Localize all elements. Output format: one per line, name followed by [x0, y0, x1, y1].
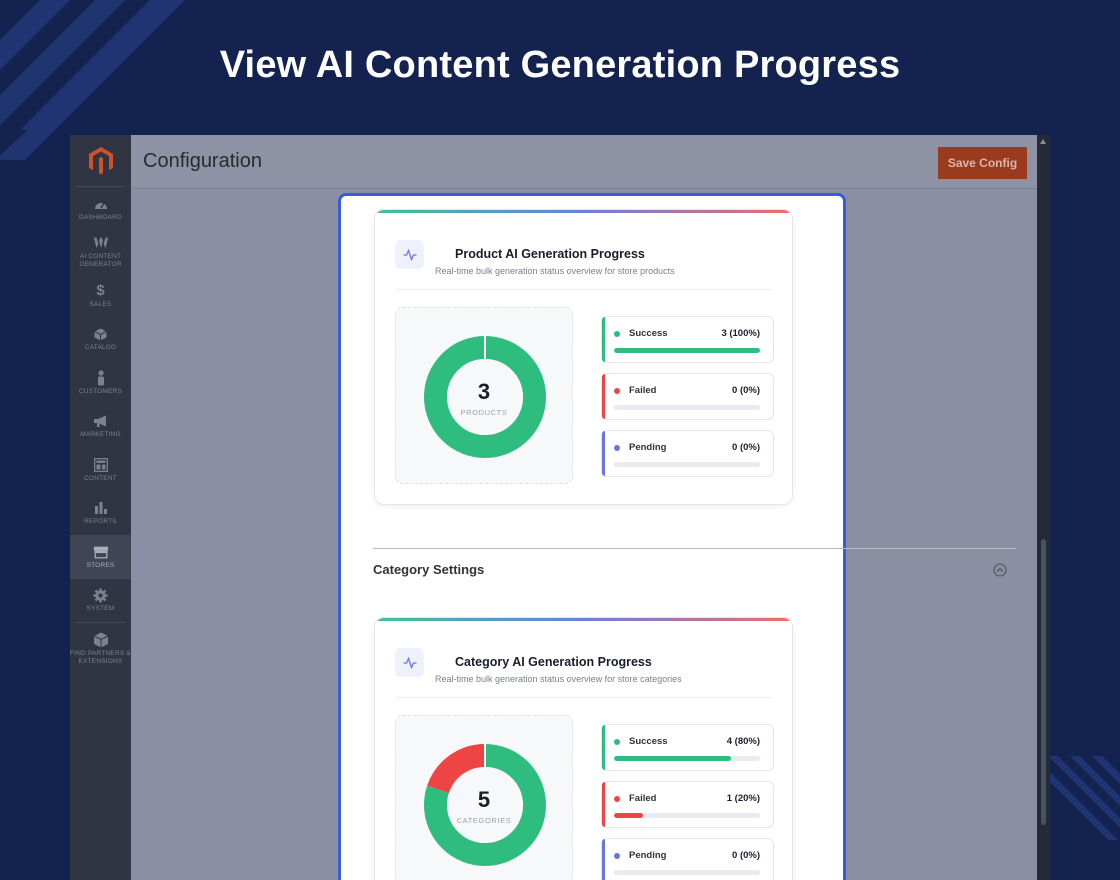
- card-title: Category AI Generation Progress: [455, 655, 652, 669]
- progress-fill: [614, 813, 644, 818]
- magento-logo-icon: [88, 146, 113, 174]
- sidebar-item-content[interactable]: CONTENT: [70, 448, 131, 492]
- bar-chart-icon: [93, 500, 109, 516]
- stat-failed: Failed 1 (20%): [601, 781, 774, 828]
- donut-chart: 3 PRODUCTS: [395, 307, 573, 484]
- section-divider: [373, 548, 1016, 549]
- save-config-button[interactable]: Save Config: [938, 147, 1027, 179]
- activity-icon: [395, 648, 424, 677]
- sidebar-item-find-partners[interactable]: FIND PARTNERS & EXTENSIONS: [70, 623, 131, 675]
- progress-track: [614, 756, 760, 761]
- status-dot-icon: [614, 796, 620, 802]
- sidebar-item-customers[interactable]: CUSTOMERS: [70, 361, 131, 405]
- vertical-scrollbar[interactable]: [1037, 135, 1050, 880]
- card-subtitle: Real-time bulk generation status overvie…: [435, 674, 682, 684]
- sidebar-item-dashboard[interactable]: DASHBOARD: [70, 187, 131, 231]
- stat-value: 0 (0%): [732, 850, 760, 861]
- gear-icon: [93, 587, 109, 603]
- sidebar-item-catalog[interactable]: CATALOG: [70, 318, 131, 362]
- category-settings-title[interactable]: Category Settings: [373, 562, 484, 577]
- stat-success: Success 3 (100%): [601, 316, 774, 363]
- progress-track: [614, 462, 760, 467]
- collapse-chevron-icon[interactable]: [993, 563, 1007, 577]
- donut-total: 3: [477, 379, 491, 404]
- stat-value: 3 (100%): [721, 328, 760, 339]
- scroll-up-icon[interactable]: [1040, 139, 1046, 144]
- stat-pending: Pending 0 (0%): [601, 838, 774, 880]
- megaphone-icon: [93, 413, 109, 429]
- stat-accent: [602, 374, 605, 419]
- stat-label: Pending: [629, 850, 667, 861]
- category-progress-card: Category AI Generation Progress Real-tim…: [374, 617, 793, 880]
- donut-unit-label: PRODUCTS: [460, 408, 508, 417]
- stat-label: Failed: [629, 793, 657, 804]
- card-accent-bar: [375, 210, 792, 213]
- box-icon: [93, 326, 109, 342]
- stat-value: 0 (0%): [732, 385, 760, 396]
- stat-label: Success: [629, 736, 668, 747]
- page-title: Configuration: [143, 150, 262, 172]
- dollar-icon: $: [96, 282, 105, 300]
- status-dot-icon: [614, 739, 620, 745]
- stat-value: 1 (20%): [726, 793, 760, 804]
- decorative-stripes: [1048, 756, 1120, 840]
- page-header: Configuration Save Config: [131, 135, 1037, 189]
- status-dot-icon: [614, 388, 620, 394]
- stat-accent: [602, 782, 605, 827]
- dashboard-icon: [93, 196, 109, 212]
- stat-value: 4 (80%): [726, 736, 760, 747]
- progress-track: [614, 870, 760, 875]
- progress-track: [614, 813, 760, 818]
- donut-unit-label: CATEGORIES: [456, 816, 512, 825]
- progress-track: [614, 405, 760, 410]
- card-title: Product AI Generation Progress: [455, 247, 645, 261]
- donut-chart: 5 CATEGORIES: [395, 715, 573, 880]
- activity-icon: [395, 240, 424, 269]
- progress-track: [614, 348, 760, 353]
- sidebar-item-ai-content-generator[interactable]: AI CONTENT GENERATOR: [70, 231, 131, 275]
- scroll-thumb[interactable]: [1041, 539, 1046, 825]
- stat-pending: Pending 0 (0%): [601, 430, 774, 477]
- progress-fill: [614, 348, 760, 353]
- stat-label: Success: [629, 328, 668, 339]
- progress-fill: [614, 756, 731, 761]
- store-icon: [93, 544, 109, 560]
- cube-icon: [93, 632, 109, 648]
- card-divider: [395, 289, 772, 290]
- product-progress-card: Product AI Generation Progress Real-time…: [374, 209, 793, 505]
- status-dot-icon: [614, 853, 620, 859]
- layout-icon: [93, 457, 109, 473]
- sidebar-item-marketing[interactable]: MARKETING: [70, 405, 131, 449]
- banner-title: View AI Content Generation Progress: [219, 44, 901, 86]
- sidebar-item-system[interactable]: SYSTEM: [70, 579, 131, 623]
- stat-value: 0 (0%): [732, 442, 760, 453]
- status-dot-icon: [614, 445, 620, 451]
- sidebar-item-stores[interactable]: STORES: [70, 535, 131, 579]
- stat-accent: [602, 317, 605, 362]
- card-subtitle: Real-time bulk generation status overvie…: [435, 266, 675, 276]
- ai-content-icon: [93, 235, 109, 251]
- donut-total: 5: [477, 787, 491, 812]
- stat-failed: Failed 0 (0%): [601, 373, 774, 420]
- stat-accent: [602, 839, 605, 880]
- stat-label: Pending: [629, 442, 667, 453]
- admin-sidebar: DASHBOARD AI CONTENT GENERATOR $ SALES C…: [70, 135, 131, 880]
- sidebar-item-reports[interactable]: REPORTS: [70, 492, 131, 536]
- person-icon: [93, 370, 109, 386]
- magento-logo[interactable]: [76, 135, 125, 187]
- stat-label: Failed: [629, 385, 657, 396]
- sidebar-item-sales[interactable]: $ SALES: [70, 274, 131, 318]
- status-dot-icon: [614, 331, 620, 337]
- card-divider: [395, 697, 772, 698]
- stat-accent: [602, 725, 605, 770]
- stat-accent: [602, 431, 605, 476]
- stat-success: Success 4 (80%): [601, 724, 774, 771]
- card-accent-bar: [375, 618, 792, 621]
